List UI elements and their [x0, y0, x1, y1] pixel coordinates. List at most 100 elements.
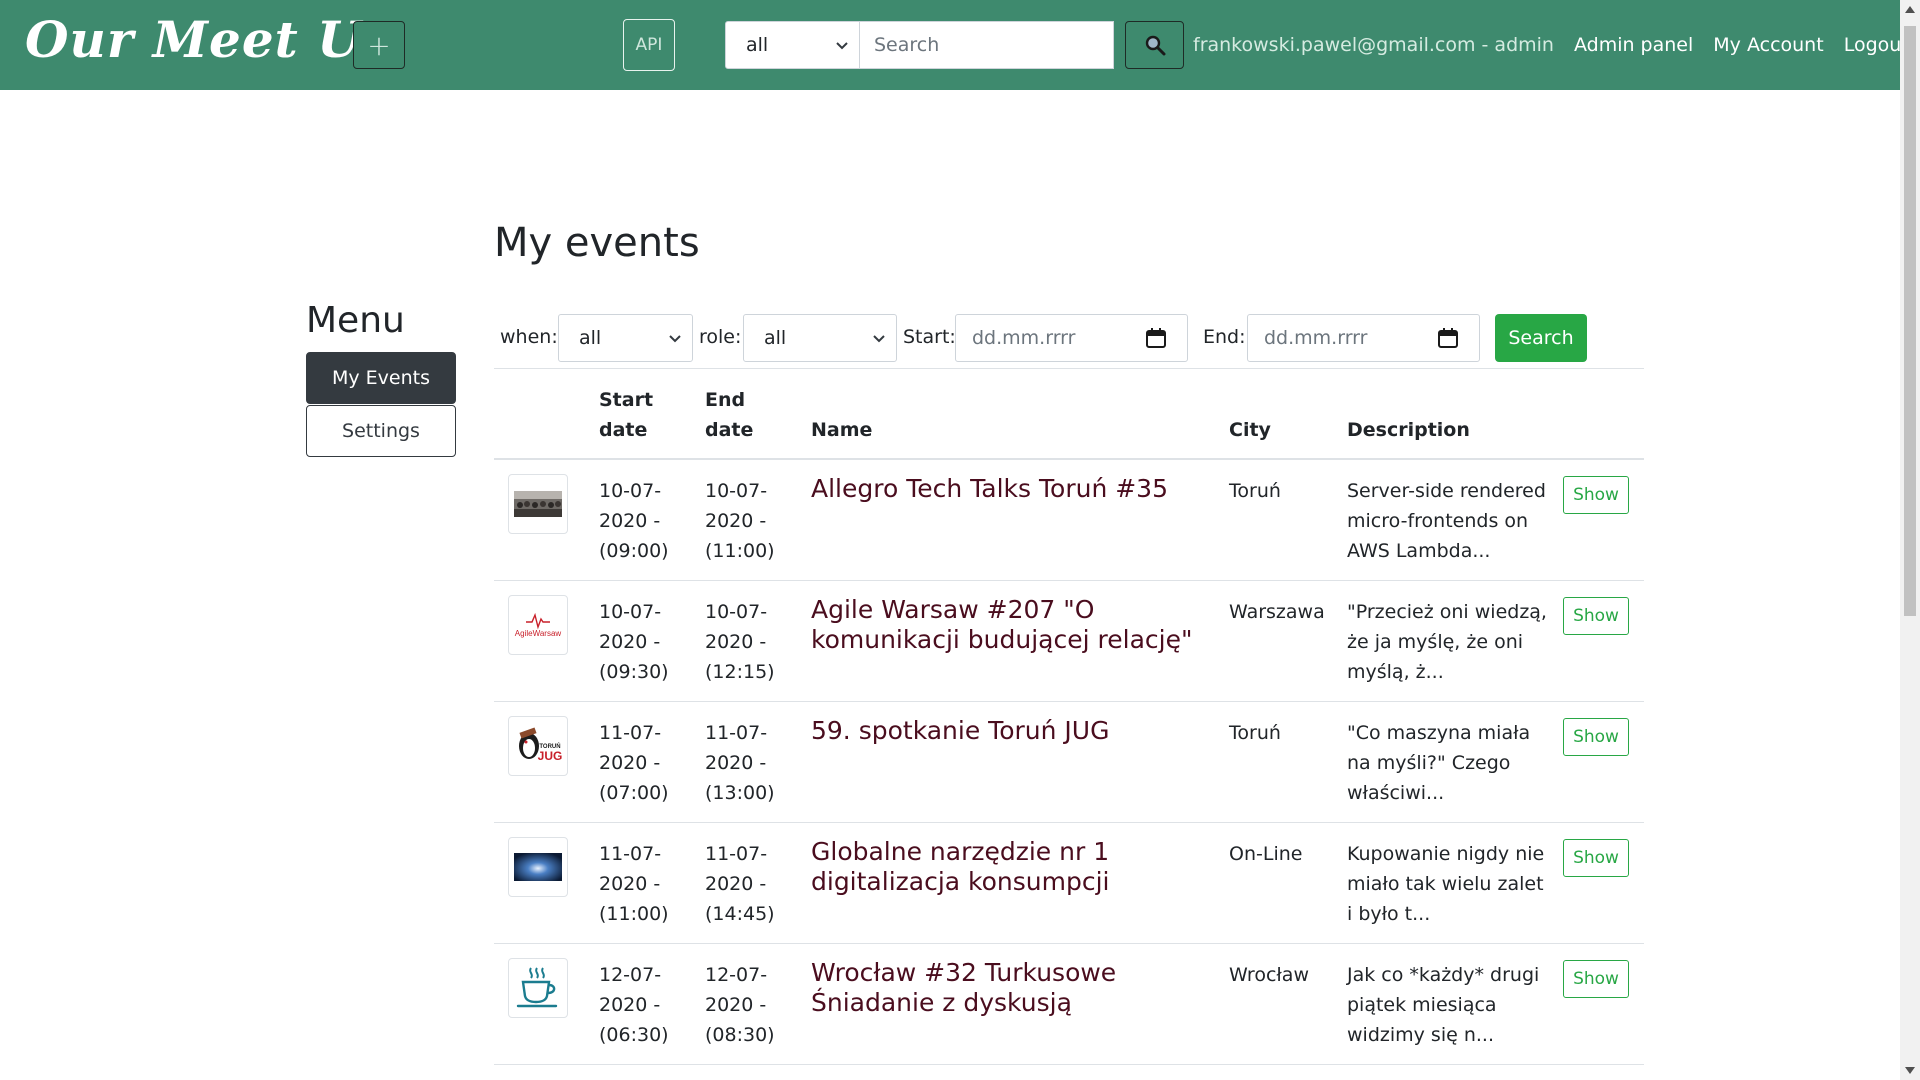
- end-day: 10-07-: [705, 480, 768, 502]
- show-event-button[interactable]: Show: [1563, 476, 1629, 514]
- event-thumbnail[interactable]: TORUŃ JUG: [508, 716, 568, 776]
- start-day: 11-07-: [599, 722, 662, 744]
- when-label: when:: [500, 326, 558, 348]
- end-label: End:: [1203, 326, 1246, 348]
- end-day: 10-07-: [705, 601, 768, 623]
- table-header: Start date End date Name City Descriptio…: [494, 368, 1644, 460]
- event-description: Jak co *każdy* drugi piątek miesiąca wid…: [1347, 964, 1540, 1046]
- filter-search-button[interactable]: Search: [1495, 314, 1587, 362]
- event-thumbnail[interactable]: [508, 837, 568, 897]
- scrollbar-thumb[interactable]: [1904, 26, 1916, 616]
- event-description: "Co maszyna miała na myśli?" Czego właśc…: [1347, 722, 1531, 804]
- start-day: 11-07-: [599, 843, 662, 865]
- add-event-button[interactable]: +: [353, 21, 405, 69]
- event-thumbnail[interactable]: [508, 474, 568, 534]
- role-select[interactable]: all: [743, 314, 897, 362]
- column-header-end-line2: date: [705, 419, 754, 441]
- api-button[interactable]: API: [623, 19, 675, 71]
- event-city: Toruń: [1229, 480, 1281, 502]
- start-year: 2020 -: [599, 873, 661, 895]
- chevron-down-icon: [836, 42, 848, 50]
- sidebar-item-settings[interactable]: Settings: [306, 405, 456, 457]
- agile-warsaw-logo-icon: AgileWarsaw: [515, 612, 561, 638]
- show-event-button[interactable]: Show: [1563, 839, 1629, 877]
- search-button[interactable]: [1125, 21, 1184, 69]
- start-date-placeholder: dd.mm.rrrr: [972, 327, 1076, 349]
- torun-jug-logo-icon: TORUŃ JUG: [519, 727, 562, 763]
- calendar-icon[interactable]: [1437, 327, 1459, 349]
- show-event-button[interactable]: Show: [1563, 597, 1629, 635]
- start-date-input[interactable]: dd.mm.rrrr: [955, 314, 1188, 362]
- event-description: Kupowanie nigdy nie miało tak wielu zale…: [1347, 843, 1545, 925]
- column-header-end-line1: End: [705, 389, 746, 411]
- table-row: 11-07- 2020 - (11:00) 11-07- 2020 - (14:…: [494, 823, 1644, 944]
- start-time: (11:00): [599, 903, 669, 925]
- filter-bar: when: all role: all Start: dd.mm.rrrr En…: [494, 314, 1644, 362]
- event-start-date: 10-07- 2020 - (09:00): [599, 476, 689, 566]
- column-header-end[interactable]: End date: [705, 385, 753, 445]
- event-thumbnail[interactable]: [508, 958, 568, 1018]
- event-start-date: 12-07- 2020 - (06:30): [599, 960, 689, 1050]
- event-thumbnail[interactable]: AgileWarsaw: [508, 595, 568, 655]
- event-description: "Przecież oni wiedzą, że ja myślę, że on…: [1347, 601, 1547, 683]
- end-year: 2020 -: [705, 510, 767, 532]
- chevron-down-icon: [873, 335, 885, 343]
- event-start-date: 10-07- 2020 - (09:30): [599, 597, 689, 687]
- event-city: Warszawa: [1229, 601, 1325, 623]
- column-header-start-line1: Start: [599, 389, 654, 411]
- event-name-link[interactable]: Wrocław #32 Turkusowe Śniadanie z dyskus…: [811, 958, 1211, 1018]
- calendar-icon[interactable]: [1145, 327, 1167, 349]
- admin-panel-link[interactable]: Admin panel: [1574, 34, 1693, 56]
- column-header-city[interactable]: City: [1229, 415, 1271, 445]
- end-year: 2020 -: [705, 873, 767, 895]
- start-year: 2020 -: [599, 631, 661, 653]
- end-year: 2020 -: [705, 994, 767, 1016]
- event-name-link[interactable]: 59. spotkanie Toruń JUG: [811, 716, 1211, 746]
- event-end-date: 11-07- 2020 - (14:45): [705, 839, 795, 929]
- table-row: TORUŃ JUG 11-07- 2020 - (07:00) 11-07- 2…: [494, 702, 1644, 823]
- space-photo-icon: [514, 853, 562, 881]
- search-input[interactable]: Search: [860, 21, 1114, 69]
- end-time: (11:00): [705, 540, 775, 562]
- event-city: Toruń: [1229, 722, 1281, 744]
- end-date-placeholder: dd.mm.rrrr: [1264, 327, 1368, 349]
- logout-link[interactable]: Logout: [1844, 34, 1909, 56]
- event-name-link[interactable]: Globalne narzędzie nr 1 digitalizacja ko…: [811, 837, 1211, 897]
- column-header-description[interactable]: Description: [1347, 415, 1470, 445]
- event-city: Wrocław: [1229, 964, 1309, 986]
- when-select[interactable]: all: [558, 314, 693, 362]
- event-end-date: 10-07- 2020 - (11:00): [705, 476, 795, 566]
- table-row: AgileWarsaw 10-07- 2020 - (09:30) 10-07-…: [494, 581, 1644, 702]
- scroll-down-arrow-icon[interactable]: [1905, 1067, 1915, 1074]
- end-time: (13:00): [705, 782, 775, 804]
- page-title: My events: [494, 220, 700, 266]
- brand-logo[interactable]: Our Meet Up: [25, 10, 398, 69]
- event-name-link[interactable]: Allegro Tech Talks Toruń #35: [811, 474, 1211, 504]
- my-account-link[interactable]: My Account: [1713, 34, 1823, 56]
- event-start-date: 11-07- 2020 - (07:00): [599, 718, 689, 808]
- table-row: 12-07- 2020 - (06:30) 12-07- 2020 - (08:…: [494, 944, 1644, 1065]
- start-day: 10-07-: [599, 601, 662, 623]
- nav-links: frankowski.pawel@gmail.com - admin Admin…: [1193, 0, 1909, 90]
- column-header-start[interactable]: Start date: [599, 385, 653, 445]
- start-day: 10-07-: [599, 480, 662, 502]
- end-day: 11-07-: [705, 722, 768, 744]
- start-year: 2020 -: [599, 510, 661, 532]
- event-name-link[interactable]: Agile Warsaw #207 "O komunikacji budując…: [811, 595, 1211, 655]
- scroll-up-arrow-icon[interactable]: [1905, 6, 1915, 13]
- show-event-button[interactable]: Show: [1563, 718, 1629, 756]
- role-label: role:: [699, 326, 742, 348]
- role-value: all: [764, 327, 787, 349]
- search-icon: [1145, 35, 1165, 56]
- top-navbar: Our Meet Up + API all Search frankowski.…: [0, 0, 1909, 90]
- event-end-date: 11-07- 2020 - (13:00): [705, 718, 795, 808]
- search-scope-value: all: [746, 34, 769, 56]
- page-scrollbar[interactable]: [1900, 0, 1920, 1080]
- end-date-input[interactable]: dd.mm.rrrr: [1247, 314, 1480, 362]
- show-event-button[interactable]: Show: [1563, 960, 1629, 998]
- start-time: (09:30): [599, 661, 669, 683]
- start-time: (07:00): [599, 782, 669, 804]
- column-header-name[interactable]: Name: [811, 415, 872, 445]
- sidebar-item-my-events[interactable]: My Events: [306, 352, 456, 404]
- search-scope-select[interactable]: all: [725, 21, 860, 69]
